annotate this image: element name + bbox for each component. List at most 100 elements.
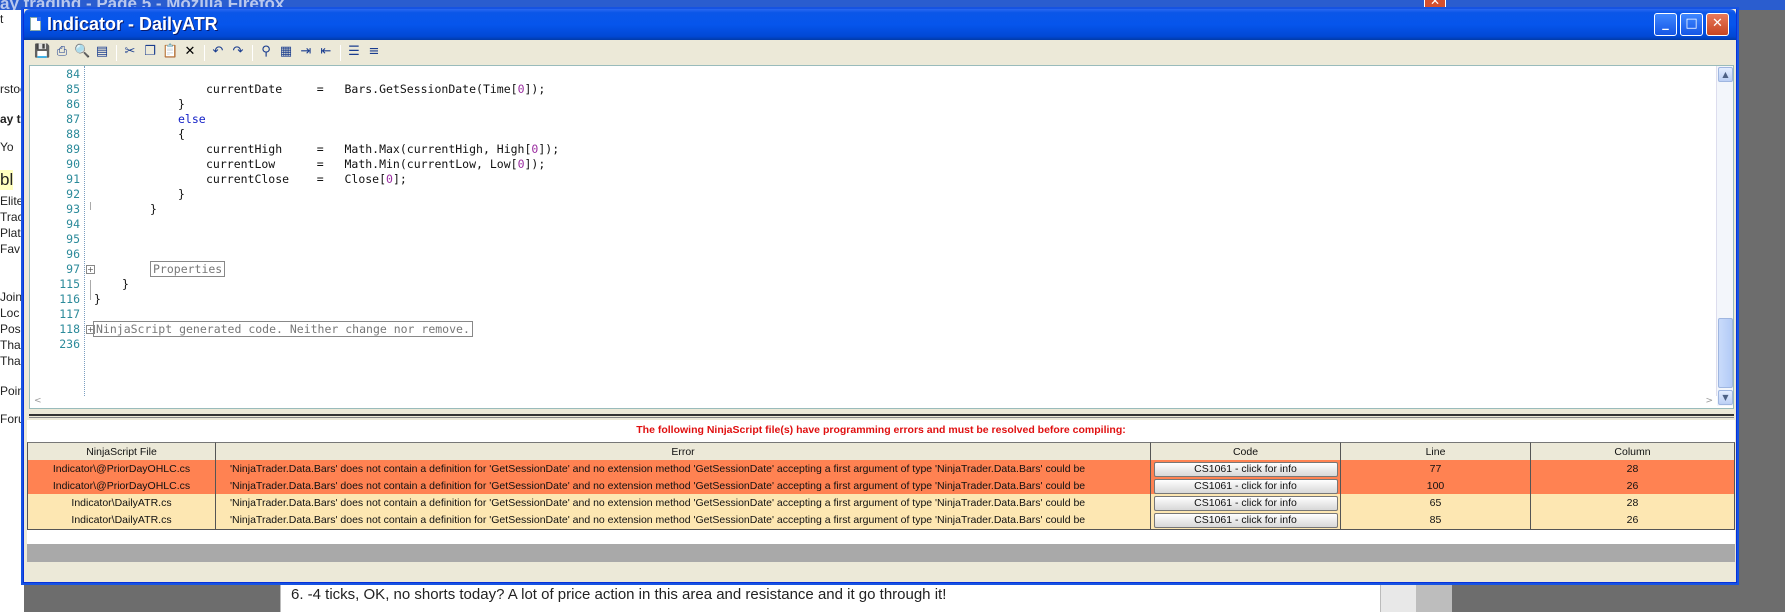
code-editor[interactable]: 84 85 86 87 88 89 90 91 92 93 94 95 96 9… (29, 65, 1734, 409)
line-number: 87 (66, 112, 80, 126)
replace-icon[interactable]: ▦ (278, 44, 294, 60)
bg-fragment: Foru (0, 412, 24, 426)
toolbar-separator (116, 45, 117, 61)
line-number: 96 (66, 247, 80, 261)
column-header-line[interactable]: Line (1341, 442, 1531, 461)
browser-page-content: 6. -4 ticks, OK, no shorts today? A lot … (280, 578, 1380, 612)
error-code-button[interactable]: CS1061 - click for info (1153, 496, 1338, 511)
cut-icon[interactable]: ✂ (122, 44, 138, 60)
line-number: 91 (66, 172, 80, 186)
scroll-down-icon[interactable]: ▼ (1718, 390, 1733, 405)
uncomment-icon[interactable]: ≡ (366, 44, 382, 60)
line-number: 95 (66, 232, 80, 246)
page-setup-icon[interactable]: ▤ (94, 44, 110, 60)
line-number: 85 (66, 82, 80, 96)
code-line: } (94, 292, 101, 306)
line-number: 84 (66, 67, 80, 81)
editor-vertical-scrollbar[interactable]: ▲ ▼ (1716, 66, 1733, 406)
bg-fragment: Pos (0, 322, 21, 336)
ninjascript-editor-window: Indicator - DailyATR _ □ ✕ 💾 ⎙ 🔍 ▤ ✂ ❐ 📋… (23, 9, 1737, 583)
panel-splitter[interactable] (29, 414, 1734, 418)
error-message: 'NinjaTrader.Data.Bars' does not contain… (216, 511, 1151, 530)
line-number: 94 (66, 217, 80, 231)
close-button[interactable]: ✕ (1706, 13, 1729, 36)
redo-icon[interactable]: ↷ (230, 44, 246, 60)
bg-fragment: Plat (0, 226, 21, 240)
line-number-gutter: 84 85 86 87 88 89 90 91 92 93 94 95 96 9… (30, 66, 86, 406)
post-text: 6. -4 ticks, OK, no shorts today? A lot … (291, 586, 947, 603)
bg-fragment: Elite (0, 194, 24, 208)
error-heading: The following NinjaScript file(s) have p… (636, 424, 1126, 436)
maximize-button[interactable]: □ (1680, 13, 1703, 36)
scroll-left-icon[interactable]: < (34, 396, 42, 406)
properties-region[interactable]: Properties (150, 261, 226, 277)
code-line: currentDate = Bars.GetSessionDate(Time[0… (206, 82, 546, 96)
scroll-up-icon[interactable]: ▲ (1718, 67, 1733, 82)
error-code-button[interactable]: CS1061 - click for info (1153, 479, 1338, 494)
error-code-button[interactable]: CS1061 - click for info (1153, 462, 1338, 477)
column-header-file[interactable]: NinjaScript File (27, 442, 216, 461)
error-code-cell: CS1061 - click for info (1151, 511, 1341, 530)
bg-fragment: Tha (0, 354, 21, 368)
error-row[interactable]: Indicator\DailyATR.cs 'NinjaTrader.Data.… (27, 511, 1735, 530)
fold-toggle-icon[interactable]: + (86, 265, 95, 274)
error-code-button[interactable]: CS1061 - click for info (1153, 513, 1338, 528)
bg-fragment: bl (0, 170, 14, 190)
code-line: currentLow = Math.Min(currentLow, Low[0]… (206, 157, 546, 171)
generated-code-region[interactable]: NinjaScript generated code. Neither chan… (93, 321, 473, 337)
print-preview-icon[interactable]: 🔍 (74, 44, 90, 60)
outdent-icon[interactable]: ⇤ (318, 44, 334, 60)
line-number: 115 (59, 277, 80, 291)
comment-icon[interactable]: ☰ (346, 44, 362, 60)
grid-header: NinjaScript File Error Code Line Column (27, 442, 1735, 461)
bg-fragment: Trac (0, 210, 24, 224)
window-titlebar[interactable]: Indicator - DailyATR _ □ ✕ (24, 9, 1736, 40)
scroll-thumb[interactable] (1718, 318, 1733, 388)
line-number: 92 (66, 187, 80, 201)
bg-fragment: ay t (0, 112, 21, 126)
paste-icon[interactable]: 📋 (162, 44, 178, 60)
editor-horizontal-scrollbar[interactable]: < > (30, 396, 1717, 408)
toolbar-separator (340, 45, 341, 61)
indent-icon[interactable]: ⇥ (298, 44, 314, 60)
bg-fragment: Join (0, 290, 23, 304)
error-line: 85 (1341, 511, 1531, 530)
window-title: Indicator - DailyATR (47, 14, 218, 34)
bg-fragment: t (0, 12, 4, 26)
print-icon[interactable]: ⎙ (54, 44, 70, 60)
save-icon[interactable]: 💾 (34, 44, 50, 60)
document-icon (30, 17, 41, 31)
code-line: } (178, 187, 185, 201)
undo-icon[interactable]: ↶ (210, 44, 226, 60)
bg-fragment: Fav (0, 242, 21, 256)
code-line: { (178, 127, 185, 141)
bg-fragment: Yo (0, 140, 14, 154)
toolbar-separator (252, 45, 253, 61)
browser-page-left: t rstoc ay t Yo bl Elite Trac Plat Fav J… (0, 10, 24, 612)
code-line: currentClose = Close[0]; (206, 172, 407, 186)
error-panel-empty-area (27, 544, 1735, 562)
line-number: 117 (59, 307, 80, 321)
browser-scroll-area (1416, 578, 1452, 612)
column-header-column[interactable]: Column (1531, 442, 1735, 461)
column-header-code[interactable]: Code (1151, 442, 1341, 461)
bg-fragment: Tha (0, 338, 21, 352)
bg-fragment: rstoc (0, 82, 24, 96)
fold-guide (90, 202, 91, 210)
column-header-error[interactable]: Error (216, 442, 1151, 461)
delete-icon[interactable]: ✕ (182, 44, 198, 60)
line-number: 93 (66, 202, 80, 216)
line-number: 118 (59, 322, 80, 336)
error-panel: The following NinjaScript file(s) have p… (27, 420, 1735, 562)
scroll-right-icon[interactable]: > (1705, 396, 1713, 406)
gutter-separator (84, 66, 85, 406)
line-number: 236 (59, 337, 80, 351)
line-number: 90 (66, 157, 80, 171)
fold-guide (90, 280, 91, 292)
minimize-button[interactable]: _ (1654, 13, 1677, 36)
line-number: 116 (59, 292, 80, 306)
error-file: Indicator\DailyATR.cs (27, 511, 216, 530)
find-icon[interactable]: ⚲ (258, 44, 274, 60)
copy-icon[interactable]: ❐ (142, 44, 158, 60)
line-number: 88 (66, 127, 80, 141)
